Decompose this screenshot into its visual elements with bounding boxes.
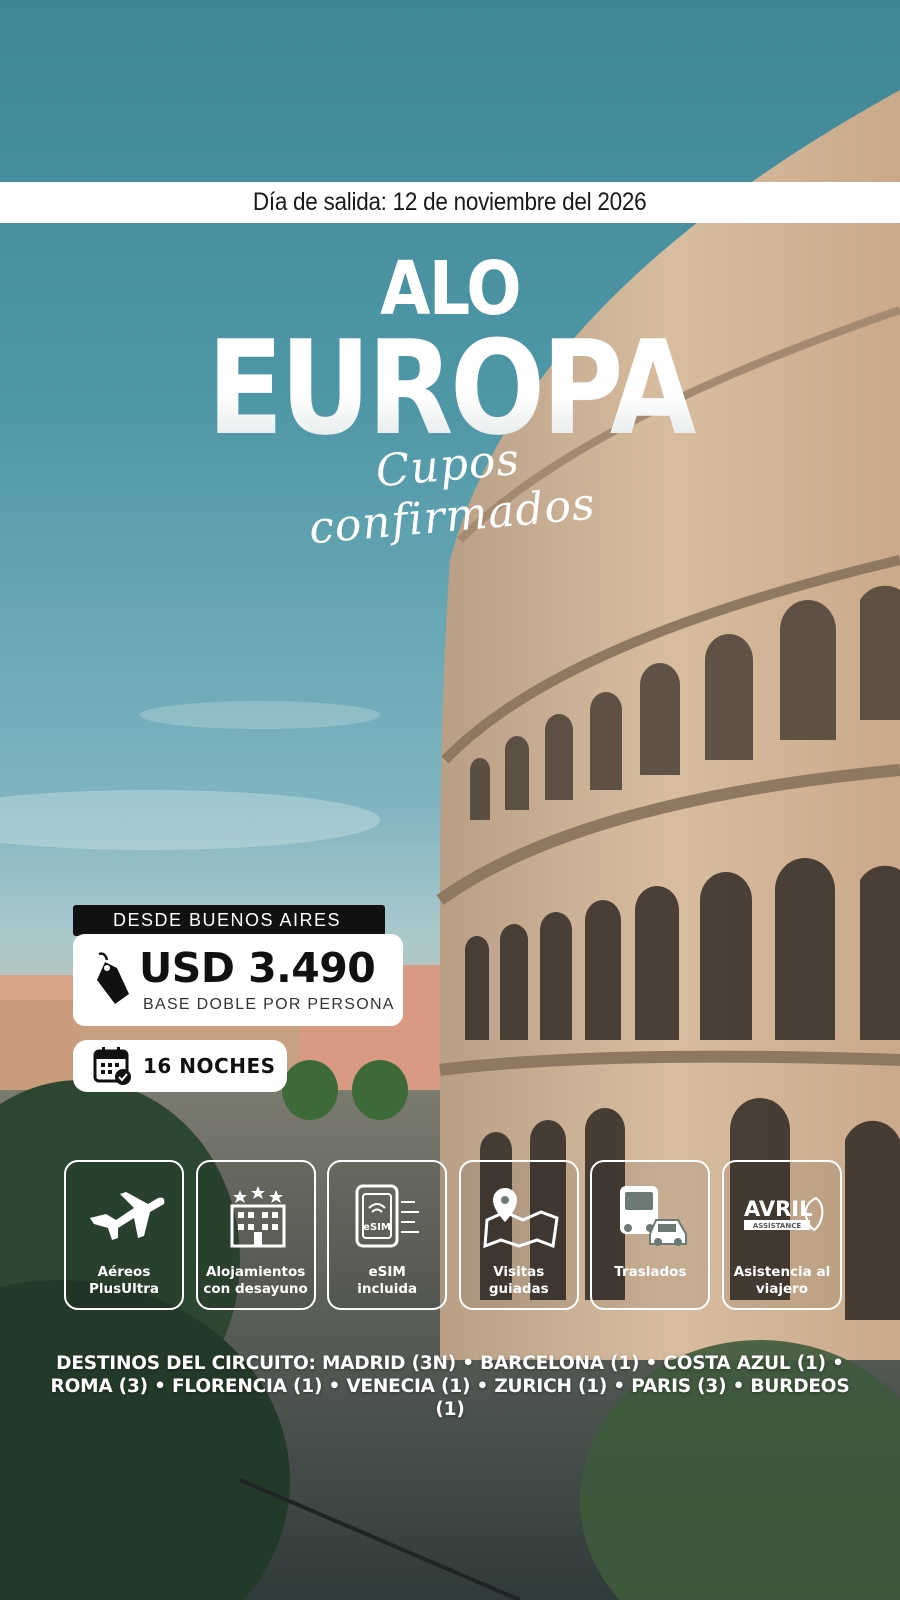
feature-assistance: AVRIL ASSISTANCE Asistencia al viajero xyxy=(721,1160,842,1310)
price-basis: BASE DOBLE POR PERSONA xyxy=(143,996,395,1013)
esim-icon-text: eSIM xyxy=(363,1222,391,1233)
map-pin-icon xyxy=(483,1188,559,1248)
departure-date-text: Día de salida: 12 de noviembre del 2026 xyxy=(253,188,647,216)
feature-transfers: Traslados xyxy=(590,1160,711,1310)
feature-flights: Aéreos PlusUltra xyxy=(64,1160,184,1310)
nights-pill: 16 NOCHES xyxy=(73,1040,287,1092)
feature-label: eSIM incluida xyxy=(357,1264,418,1297)
destinations-list: DESTINOS DEL CIRCUITO: MADRID (3N) • BAR… xyxy=(40,1352,860,1421)
avril-logo-text: AVRIL xyxy=(744,1197,812,1221)
origin-banner: DESDE BUENOS AIRES xyxy=(73,905,385,936)
hotel-icon xyxy=(230,1186,286,1248)
feature-hotel: Alojamientos con desayuno xyxy=(195,1160,316,1310)
price-tag-icon xyxy=(97,952,129,1004)
feature-label: Traslados xyxy=(614,1264,687,1280)
features-row: Aéreos PlusUltra Alojamientos con desayu… xyxy=(64,1160,842,1310)
airplane-icon xyxy=(90,1192,165,1240)
feature-label: Aéreos PlusUltra xyxy=(89,1264,159,1297)
destinations-line-2: ROMA (3) • FLORENCIA (1) • VENECIA (1) •… xyxy=(50,1376,850,1420)
feature-label: Alojamientos con desayuno xyxy=(203,1264,308,1297)
bus-car-icon xyxy=(620,1186,688,1246)
esim-icon: eSIM xyxy=(355,1184,420,1248)
feature-esim: eSIM eSIM incluida xyxy=(327,1160,448,1310)
destinations-line-1: DESTINOS DEL CIRCUITO: MADRID (3N) • BAR… xyxy=(56,1353,844,1374)
avril-logo-subtext: ASSISTANCE xyxy=(753,1222,801,1230)
feature-label: Visitas guiadas xyxy=(488,1264,549,1297)
feature-tours: Visitas guiadas xyxy=(458,1160,579,1310)
feature-label: Asistencia al viajero xyxy=(733,1264,831,1297)
avril-logo: AVRIL ASSISTANCE xyxy=(743,1196,824,1232)
calendar-check-icon xyxy=(93,1047,131,1085)
nights-text: 16 NOCHES xyxy=(143,1054,276,1078)
departure-date-bar: Día de salida: 12 de noviembre del 2026 xyxy=(0,182,900,223)
origin-text: DESDE BUENOS AIRES xyxy=(113,910,342,930)
price-value: USD 3.490 xyxy=(139,944,376,992)
price-card: USD 3.490 BASE DOBLE POR PERSONA xyxy=(73,934,403,1026)
